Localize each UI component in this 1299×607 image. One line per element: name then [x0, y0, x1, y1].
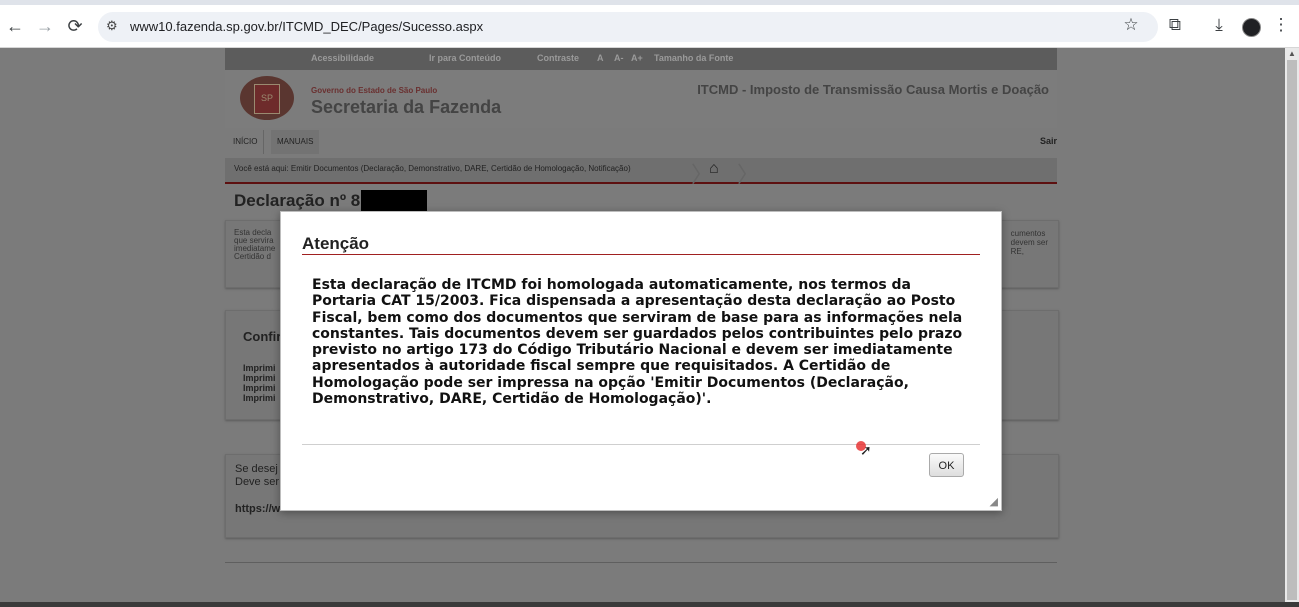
profile-avatar[interactable] — [1242, 18, 1261, 37]
star-icon[interactable]: ☆ — [1120, 15, 1142, 35]
site-info-icon[interactable]: ⚙ — [106, 18, 118, 34]
reload-icon[interactable]: ⟳ — [63, 14, 87, 38]
info-line: cumentos — [1010, 229, 1046, 238]
font-decrease-link[interactable]: A- — [614, 53, 624, 63]
footer-divider — [225, 562, 1057, 563]
page-title: Declaração nº 8 — [234, 191, 361, 210]
site-menu: INÍCIO MANUAIS Sair — [225, 130, 1057, 154]
logout-link[interactable]: Sair — [1040, 136, 1057, 146]
breadcrumb-separator: 〉 — [737, 162, 760, 187]
font-reset-link[interactable]: A — [597, 53, 604, 63]
forward-icon[interactable]: → — [33, 14, 57, 38]
address-bar[interactable]: ⚙ www10.fazenda.sp.gov.br/ITCMD_DEC/Page… — [98, 12, 1158, 42]
url-text[interactable]: www10.fazenda.sp.gov.br/ITCMD_DEC/Pages/… — [130, 19, 483, 34]
skip-to-content-link[interactable]: Ir para Conteúdo — [429, 53, 501, 63]
dialog-title-rule — [302, 254, 980, 255]
font-size-label: Tamanho da Fonte — [654, 53, 734, 63]
menu-manuais[interactable]: MANUAIS — [271, 130, 320, 154]
bottom-bar — [0, 602, 1299, 607]
print-link[interactable]: Imprimi — [243, 363, 276, 373]
font-increase-link[interactable]: A+ — [631, 53, 643, 63]
notice-link[interactable]: https://w — [235, 503, 280, 515]
page-scrollbar[interactable]: ▲ — [1285, 48, 1299, 607]
info-box-left: Esta decla que servira imediatame Certid… — [234, 229, 284, 261]
menu-inicio[interactable]: INÍCIO — [227, 130, 265, 154]
extensions-icon[interactable]: ⧉ — [1164, 15, 1186, 35]
secretaria-title: Secretaria da Fazenda — [311, 97, 502, 117]
itcmd-title: ITCMD - Imposto de Transmissão Causa Mor… — [697, 82, 1049, 97]
download-icon[interactable]: ⤓ — [1208, 15, 1230, 35]
sp-crest-logo: SP — [240, 76, 294, 120]
attention-dialog: Atenção Esta declaração de ITCMD foi hom… — [280, 211, 1002, 511]
scrollbar-thumb[interactable] — [1287, 60, 1297, 600]
accessibility-bar: Acessibilidade Ir para Conteúdo Contrast… — [225, 48, 1057, 70]
crest-shield: SP — [254, 84, 280, 114]
back-icon[interactable]: ← — [3, 14, 27, 38]
info-line: RE, — [1010, 247, 1024, 256]
contrast-link[interactable]: Contraste — [537, 53, 579, 63]
site-header: Acessibilidade Ir para Conteúdo Contrast… — [225, 48, 1057, 128]
ok-button[interactable]: OK — [929, 453, 964, 477]
print-link[interactable]: Imprimi — [243, 393, 276, 403]
mouse-cursor-icon: ➚ — [860, 442, 872, 458]
confirmation-title: Confir — [243, 329, 282, 344]
dialog-message: Esta declaração de ITCMD foi homologada … — [312, 277, 963, 408]
redaction-block — [361, 190, 427, 211]
accessibility-link[interactable]: Acessibilidade — [311, 53, 374, 63]
print-link[interactable]: Imprimi — [243, 383, 276, 393]
info-line: devem ser — [1010, 238, 1048, 247]
info-box-right: cumentos devem ser RE, — [1011, 229, 1048, 256]
menu-icon[interactable]: ⋮ — [1270, 15, 1292, 35]
info-line: Certidão d — [234, 252, 271, 261]
breadcrumb: Você está aqui: Emitir Documentos (Decla… — [225, 158, 1057, 187]
home-icon[interactable]: ⌂ — [709, 160, 719, 178]
scroll-up-arrow-icon[interactable]: ▲ — [1288, 49, 1296, 58]
browser-toolbar: ← → ⟳ ⚙ www10.fazenda.sp.gov.br/ITCMD_DE… — [0, 5, 1299, 48]
gov-line: Governo do Estado de São Paulo — [311, 86, 438, 95]
dialog-title: Atenção — [302, 234, 370, 253]
breadcrumb-text: Você está aqui: Emitir Documentos (Decla… — [234, 164, 631, 173]
dialog-separator — [302, 444, 980, 445]
print-link[interactable]: Imprimi — [243, 373, 276, 383]
notice-line: Deve ser — [235, 476, 280, 488]
resize-handle-icon[interactable]: ◢ — [990, 495, 998, 508]
notice-line: Se desej — [235, 463, 278, 475]
